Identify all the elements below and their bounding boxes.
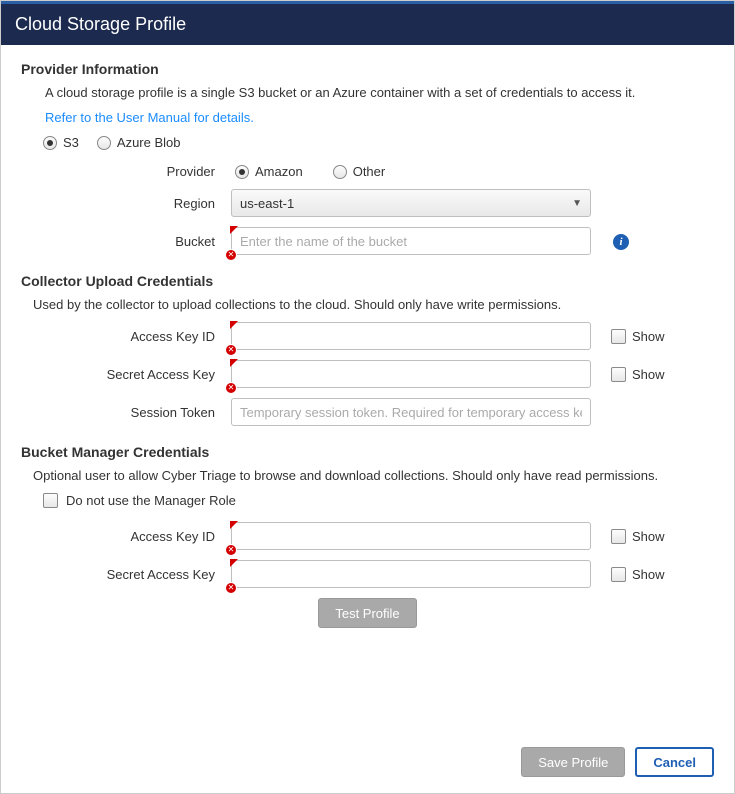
- skip-manager-label: Do not use the Manager Role: [66, 493, 236, 508]
- collector-secret-key-input[interactable]: [231, 360, 591, 388]
- collector-secret-key-show-checkbox[interactable]: [611, 367, 626, 382]
- provider-info-heading: Provider Information: [21, 61, 714, 77]
- manager-access-key-show-label: Show: [632, 529, 665, 544]
- cloud-storage-profile-dialog: Cloud Storage Profile Provider Informati…: [0, 0, 735, 794]
- manager-secret-key-input[interactable]: [231, 560, 591, 588]
- dialog-footer: Save Profile Cancel: [1, 731, 734, 793]
- radio-dot-icon: [43, 136, 57, 150]
- error-badge-icon: [225, 249, 237, 261]
- session-token-label: Session Token: [21, 405, 221, 420]
- region-label: Region: [21, 196, 221, 211]
- collector-access-key-show-label: Show: [632, 329, 665, 344]
- provider-amazon-radio[interactable]: Amazon: [235, 164, 303, 179]
- radio-dot-icon: [333, 165, 347, 179]
- collector-access-key-input[interactable]: [231, 322, 591, 350]
- session-token-input[interactable]: [231, 398, 591, 426]
- required-flag-icon: [230, 226, 238, 234]
- storage-type-s3-radio[interactable]: S3: [43, 135, 79, 150]
- required-flag-icon: [230, 321, 238, 329]
- storage-type-azure-radio[interactable]: Azure Blob: [97, 135, 181, 150]
- provider-info-description: A cloud storage profile is a single S3 b…: [45, 85, 714, 100]
- region-value: us-east-1: [240, 196, 294, 211]
- manager-access-key-show-checkbox[interactable]: [611, 529, 626, 544]
- manager-access-key-label: Access Key ID: [21, 529, 221, 544]
- manager-secret-key-show-checkbox[interactable]: [611, 567, 626, 582]
- manager-heading: Bucket Manager Credentials: [21, 444, 714, 460]
- error-badge-icon: [225, 544, 237, 556]
- provider-amazon-label: Amazon: [255, 164, 303, 179]
- error-badge-icon: [225, 344, 237, 356]
- collector-secret-key-show-label: Show: [632, 367, 665, 382]
- provider-label: Provider: [21, 164, 221, 179]
- manager-description: Optional user to allow Cyber Triage to b…: [33, 468, 714, 483]
- required-flag-icon: [230, 521, 238, 529]
- save-profile-button[interactable]: Save Profile: [521, 747, 625, 777]
- bucket-label: Bucket: [21, 234, 221, 249]
- manager-secret-key-show-label: Show: [632, 567, 665, 582]
- required-flag-icon: [230, 559, 238, 567]
- dialog-title: Cloud Storage Profile: [1, 1, 734, 45]
- collector-description: Used by the collector to upload collecti…: [33, 297, 714, 312]
- collector-access-key-label: Access Key ID: [21, 329, 221, 344]
- skip-manager-checkbox[interactable]: [43, 493, 58, 508]
- error-badge-icon: [225, 382, 237, 394]
- radio-dot-icon: [235, 165, 249, 179]
- manager-secret-key-label: Secret Access Key: [21, 567, 221, 582]
- storage-type-s3-label: S3: [63, 135, 79, 150]
- provider-other-radio[interactable]: Other: [333, 164, 386, 179]
- radio-dot-icon: [97, 136, 111, 150]
- bucket-input[interactable]: [231, 227, 591, 255]
- user-manual-link[interactable]: Refer to the User Manual for details.: [45, 110, 254, 125]
- chevron-down-icon: ▼: [572, 198, 582, 209]
- cancel-button[interactable]: Cancel: [635, 747, 714, 777]
- collector-access-key-show-checkbox[interactable]: [611, 329, 626, 344]
- test-profile-button[interactable]: Test Profile: [318, 598, 416, 628]
- dialog-body: Provider Information A cloud storage pro…: [1, 45, 734, 731]
- info-icon[interactable]: i: [613, 234, 629, 250]
- error-badge-icon: [225, 582, 237, 594]
- manager-access-key-input[interactable]: [231, 522, 591, 550]
- required-flag-icon: [230, 359, 238, 367]
- storage-type-azure-label: Azure Blob: [117, 135, 181, 150]
- region-select[interactable]: us-east-1 ▼: [231, 189, 591, 217]
- collector-heading: Collector Upload Credentials: [21, 273, 714, 289]
- collector-secret-key-label: Secret Access Key: [21, 367, 221, 382]
- provider-other-label: Other: [353, 164, 386, 179]
